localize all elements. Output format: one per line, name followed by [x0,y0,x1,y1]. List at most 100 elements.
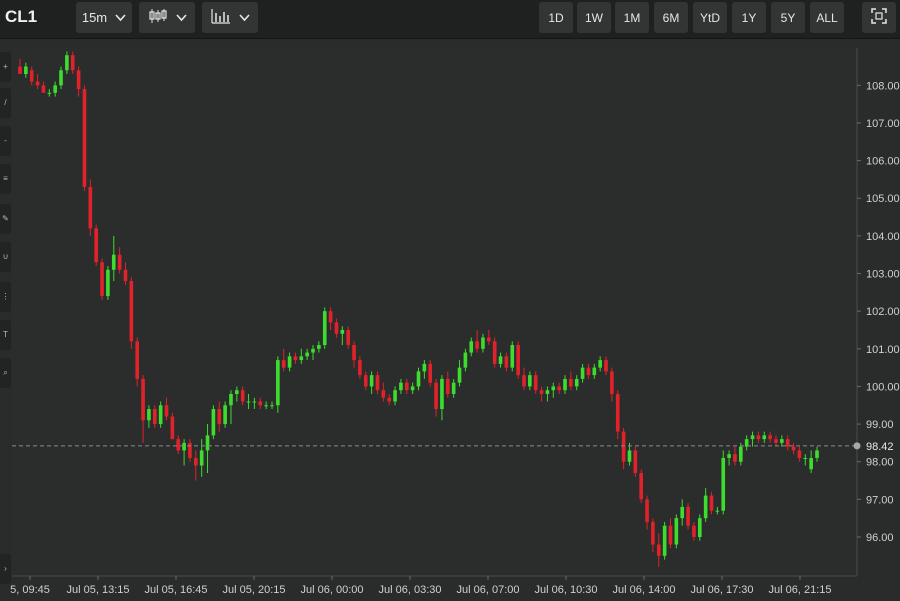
candle-body [604,360,608,372]
candle-body [141,378,145,421]
candle-body [463,352,468,368]
candle [276,356,280,413]
x-tick-label: Jul 06, 17:30 [691,584,754,596]
x-tick-label: Jul 06, 00:00 [301,584,364,596]
price-chart[interactable]: 96.00 97.00 98.00 99.00 100.00 101.00 102.00 10… [0,40,900,596]
candle-body [780,439,784,443]
candle-body [627,450,632,462]
candle-body [252,401,257,403]
candle-body [47,92,52,94]
candle-body [539,390,544,394]
candle-body [18,66,22,75]
candle-body [750,435,755,440]
candle-body [182,442,186,451]
current-price-label: 98.42 [866,441,894,453]
candle-body [621,431,626,462]
candle-body [229,393,233,406]
candle-body [240,390,245,402]
candle-body [528,375,532,387]
candle-body [674,518,679,545]
range-button-1w[interactable]: 1W [577,2,611,33]
candle-body [188,442,192,458]
candle [322,307,327,349]
candle-body [123,269,128,282]
candle-body [94,228,99,263]
candle-body [727,454,731,458]
candle-body [217,409,222,425]
fullscreen-button[interactable] [862,2,896,33]
candle-body [375,375,380,391]
candle [158,401,163,428]
candle-body [481,337,485,349]
candle-body [393,390,397,402]
candle-body [797,450,802,458]
range-button-1d[interactable]: 1D [539,2,573,33]
y-tick-label: 106.00 [866,156,900,168]
range-button-6m[interactable]: 6M [654,2,688,33]
candle-body [59,70,63,86]
candle-body [199,450,204,466]
candle-body [340,329,345,334]
candle-body [369,375,374,387]
candle-body [152,409,157,425]
candle-body [399,382,403,391]
candle-body [381,390,386,398]
candle-body [445,378,450,394]
chart-canvas[interactable]: 96.00 97.00 98.00 99.00 100.00 101.00 102.00 10… [0,40,900,596]
candle-body [35,81,40,86]
candle-body [246,401,251,403]
candle-body [276,360,280,406]
candle-body [270,405,274,407]
interval-selector[interactable]: 15m [76,2,132,33]
candle-body [756,435,761,440]
studies-selector[interactable] [202,2,258,33]
candle [100,258,104,300]
y-tick-label: 103.00 [866,269,900,281]
candle-body [580,367,585,379]
x-tick-label: Jul 06, 10:30 [535,584,598,596]
plot-background [12,48,857,576]
candle [686,503,690,530]
candle-body [785,439,790,447]
candle-body [346,329,350,346]
candle-body [305,352,309,357]
candle-body [498,356,503,364]
ticker-symbol: CL1 [5,7,38,26]
candle-body [680,506,685,519]
candle-body [475,341,479,349]
y-tick-label: 108.00 [866,80,900,92]
y-tick-label: 101.00 [866,344,900,356]
candle-body [504,356,509,368]
range-button-1m[interactable]: 1M [615,2,649,33]
candle-body [76,70,81,90]
candle-body [815,450,819,458]
candle-body [686,506,690,526]
candle-body [334,322,339,334]
candle-body [106,269,110,297]
candle-body [363,375,368,387]
chart-type-selector[interactable] [139,2,195,33]
candle-body [404,382,409,391]
range-button-all[interactable]: ALL [810,2,844,33]
interval-label: 15m [81,10,108,25]
candle-body [299,356,304,361]
candle-body [434,382,438,410]
candle-body [469,341,474,353]
candle-body [510,345,515,368]
range-button-1y[interactable]: 1Y [732,2,766,33]
candle [211,405,216,440]
candle-body [387,397,392,402]
candle-body [111,254,116,270]
candle-body [440,378,444,410]
candle-body [428,363,433,383]
candle-body [293,356,298,361]
candle-body [516,345,520,376]
candle-body [322,311,327,346]
candle-body [264,405,268,407]
candle [428,360,433,387]
candle-body [774,439,778,443]
range-button-ytd[interactable]: YtD [693,2,727,33]
candle-body [492,341,497,364]
candle-body [358,360,362,376]
range-button-5y[interactable]: 5Y [771,2,805,33]
